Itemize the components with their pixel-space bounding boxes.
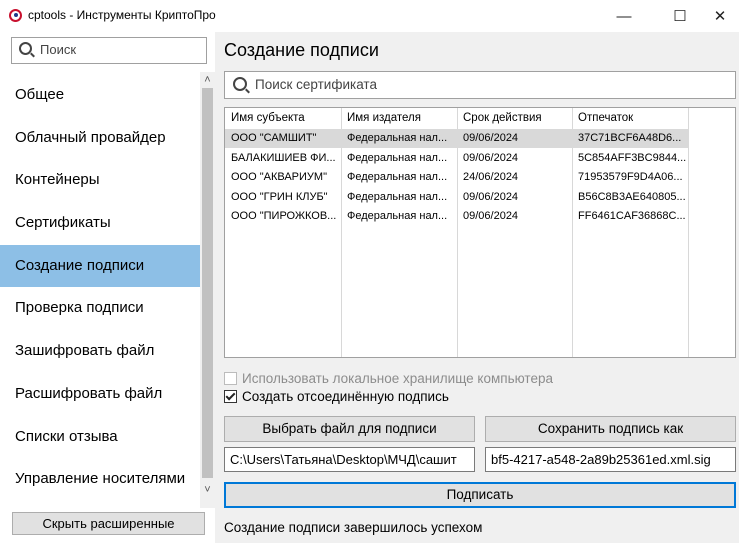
- cell-thumbprint: B56C8B3AE640805...: [578, 190, 686, 203]
- detached-signature-checkbox[interactable]: Создать отсоединённую подпись: [224, 389, 449, 404]
- cell-thumbprint: 5C854AFF3BC9844...: [578, 151, 686, 164]
- cell-thumbprint: FF6461CAF36868C...: [578, 210, 686, 222]
- cell-issuer: Федеральная нал...: [347, 171, 448, 183]
- sidebar-nav: Общее Облачный провайдер Контейнеры Серт…: [0, 74, 200, 501]
- output-file-path[interactable]: bf5-4217-a548-2a89b25361ed.xml.sig: [485, 447, 736, 472]
- cell-thumbprint: 71953579F9D4A06...: [578, 171, 683, 183]
- sidebar: Общее Облачный провайдер Контейнеры Серт…: [0, 32, 215, 543]
- cell-validity: 09/06/2024: [463, 210, 519, 222]
- sidebar-item-general[interactable]: Общее: [0, 74, 200, 117]
- table-row[interactable]: ООО "ПИРОЖКОВ... Федеральная нал... 09/0…: [225, 207, 689, 226]
- sidebar-item-containers[interactable]: Контейнеры: [0, 159, 200, 202]
- detached-signature-label: Создать отсоединённую подпись: [242, 389, 449, 404]
- certificate-search-input[interactable]: [255, 77, 715, 92]
- cell-subject: ООО "ГРИН КЛУБ": [231, 190, 328, 203]
- cell-issuer: Федеральная нал...: [347, 190, 448, 203]
- cell-validity: 09/06/2024: [463, 151, 519, 164]
- table-header: Имя субъекта Имя издателя Срок действия …: [225, 108, 735, 129]
- cell-issuer: Федеральная нал...: [347, 210, 448, 222]
- table-row[interactable]: ООО "САМШИТ" Федеральная нал... 09/06/20…: [225, 129, 689, 148]
- sidebar-item-decrypt-file[interactable]: Расшифровать файл: [0, 373, 200, 416]
- certificate-search[interactable]: [224, 71, 736, 99]
- window-title: cptools - Инструменты КриптоПро: [28, 8, 216, 22]
- hide-advanced-button[interactable]: Скрыть расширенные: [12, 512, 205, 535]
- cell-thumbprint: 37C71BCF6A48D6...: [578, 132, 682, 144]
- column-header-issuer[interactable]: Имя издателя: [347, 112, 455, 124]
- cell-subject: БАЛАКИШИЕВ ФИ...: [231, 151, 336, 164]
- scroll-up-icon[interactable]: ˄: [200, 74, 215, 86]
- table-row[interactable]: ООО "АКВАРИУМ" Федеральная нал... 24/06/…: [225, 168, 689, 187]
- scrollbar-thumb[interactable]: [202, 88, 213, 478]
- sign-button[interactable]: Подписать: [224, 482, 736, 508]
- cell-validity: 09/06/2024: [463, 190, 519, 203]
- search-icon: [19, 42, 32, 55]
- certificate-table: Имя субъекта Имя издателя Срок действия …: [224, 107, 736, 358]
- cell-issuer: Федеральная нал...: [347, 151, 448, 164]
- use-local-store-checkbox[interactable]: Использовать локальное хранилище компьют…: [224, 371, 553, 386]
- sidebar-item-encrypt-file[interactable]: Зашифровать файл: [0, 330, 200, 373]
- sidebar-item-verify-signature[interactable]: Проверка подписи: [0, 287, 200, 330]
- minimize-button[interactable]: —: [601, 0, 647, 32]
- cell-validity: 09/06/2024: [463, 132, 519, 144]
- sidebar-item-cloud-provider[interactable]: Облачный провайдер: [0, 117, 200, 160]
- status-message: Создание подписи завершилось успехом: [224, 520, 483, 535]
- column-header-validity[interactable]: Срок действия: [463, 112, 571, 124]
- cell-subject: ООО "САМШИТ": [231, 132, 317, 144]
- table-row[interactable]: БАЛАКИШИЕВ ФИ... Федеральная нал... 09/0…: [225, 149, 689, 168]
- checkbox-box[interactable]: [224, 372, 237, 385]
- title-bar: cptools - Инструменты КриптоПро — ☐ ✕: [0, 0, 739, 32]
- scroll-down-icon[interactable]: ˅: [200, 484, 215, 496]
- sidebar-search-input[interactable]: [40, 42, 200, 57]
- sidebar-item-revocation-lists[interactable]: Списки отзыва: [0, 416, 200, 459]
- column-header-subject[interactable]: Имя субъекта: [231, 112, 339, 124]
- search-icon: [233, 77, 247, 91]
- save-signature-as-button[interactable]: Сохранить подпись как: [485, 416, 736, 442]
- cell-issuer: Федеральная нал...: [347, 132, 448, 144]
- page-title: Создание подписи: [224, 40, 379, 60]
- sidebar-search[interactable]: [11, 37, 207, 64]
- column-header-thumbprint[interactable]: Отпечаток: [578, 112, 686, 124]
- use-local-store-label: Использовать локальное хранилище компьют…: [242, 371, 553, 386]
- sidebar-item-create-signature[interactable]: Создание подписи: [0, 244, 200, 288]
- sidebar-item-certificates[interactable]: Сертификаты: [0, 202, 200, 245]
- input-file-path[interactable]: C:\Users\Татьяна\Desktop\МЧД\сашит: [224, 447, 475, 472]
- sidebar-scrollbar[interactable]: ˄ ˅: [200, 72, 215, 508]
- sidebar-item-media-management[interactable]: Управление носителями: [0, 458, 200, 501]
- checkbox-box-checked[interactable]: [224, 390, 237, 403]
- cell-validity: 24/06/2024: [463, 171, 519, 183]
- cell-subject: ООО "АКВАРИУМ": [231, 171, 327, 183]
- cell-subject: ООО "ПИРОЖКОВ...: [231, 210, 337, 222]
- close-button[interactable]: ✕: [701, 0, 739, 32]
- table-row[interactable]: ООО "ГРИН КЛУБ" Федеральная нал... 09/06…: [225, 188, 689, 207]
- app-logo-icon: [9, 9, 22, 22]
- maximize-button[interactable]: ☐: [657, 0, 703, 32]
- choose-file-button[interactable]: Выбрать файл для подписи: [224, 416, 475, 442]
